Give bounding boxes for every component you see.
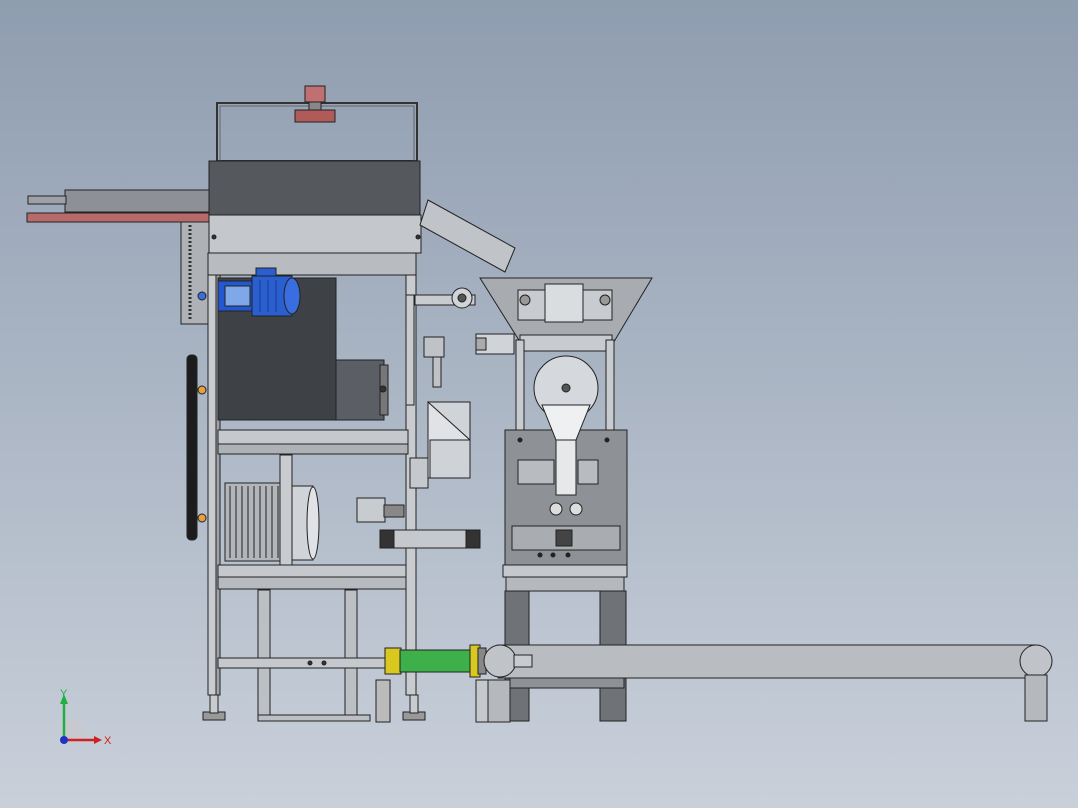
bracket-valve bbox=[423, 336, 445, 358]
axis-triad: Y X bbox=[60, 688, 112, 747]
hopper-front-plate bbox=[208, 214, 422, 254]
chain-guide bbox=[180, 221, 210, 325]
x-axis-label: X bbox=[104, 735, 112, 747]
lower-motor bbox=[224, 454, 320, 566]
feed-arm-upper bbox=[64, 189, 210, 213]
left-machine bbox=[26, 85, 516, 722]
small-stepper bbox=[356, 497, 386, 523]
cad-drawing-canvas[interactable]: Y X bbox=[0, 0, 1078, 808]
z-axis-origin bbox=[60, 736, 68, 744]
discharge-chute bbox=[419, 199, 516, 273]
drive-belt bbox=[186, 354, 198, 541]
y-axis-label: Y bbox=[60, 688, 68, 700]
hopper-box bbox=[208, 160, 421, 216]
